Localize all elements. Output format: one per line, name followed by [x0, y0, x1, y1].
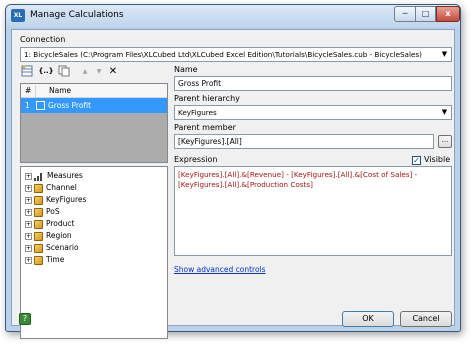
row-number: 1: [25, 101, 30, 110]
ok-button[interactable]: OK: [342, 311, 394, 327]
parent-hierarchy-dropdown[interactable]: KeyFigures ▼: [174, 105, 452, 120]
tree-item-label: PoS: [46, 207, 60, 216]
dimension-icon: [34, 183, 43, 193]
expand-icon[interactable]: +: [25, 220, 32, 228]
minimize-button[interactable]: ─: [394, 6, 416, 22]
tree-item-label: Scenario: [46, 243, 79, 252]
expression-editor[interactable]: [KeyFigures].[All].&[Revenue] - [KeyFigu…: [174, 166, 452, 256]
column-divider: [35, 85, 36, 97]
measures-icon: [34, 172, 44, 181]
tree-item-time[interactable]: + Time: [25, 254, 64, 266]
help-icon[interactable]: ?: [19, 313, 31, 325]
tree-item-channel[interactable]: + Channel: [25, 182, 77, 194]
chevron-down-icon[interactable]: ▼: [438, 48, 451, 61]
browse-member-button[interactable]: ...: [438, 135, 452, 148]
tree-item-keyfigures[interactable]: + KeyFigures: [25, 194, 86, 206]
name-label: Name: [174, 65, 198, 74]
insert-brackets-icon[interactable]: {..}: [37, 65, 55, 78]
close-button[interactable]: x: [436, 6, 460, 22]
expression-label: Expression: [174, 155, 218, 164]
new-calculation-icon[interactable]: [20, 65, 34, 78]
row-name: Gross Profit: [48, 101, 92, 110]
tree-item-label: Measures: [47, 171, 83, 180]
column-name[interactable]: Name: [49, 84, 71, 97]
delete-icon[interactable]: ✕: [106, 65, 120, 78]
expand-icon[interactable]: +: [25, 244, 32, 252]
parent-hierarchy-label: Parent hierarchy: [174, 94, 240, 103]
tree-item-pos[interactable]: + PoS: [25, 206, 60, 218]
dimension-icon: [34, 231, 43, 241]
parent-member-field[interactable]: [KeyFigures].[All]: [174, 134, 434, 149]
expand-icon[interactable]: +: [25, 196, 32, 204]
calculations-list[interactable]: # Name 1 Gross Profit: [20, 83, 168, 163]
tree-item-label: Time: [46, 255, 65, 264]
connection-value: 1: BicycleSales (C:\Program Files\XLCube…: [24, 50, 422, 59]
calculation-icon: [36, 101, 45, 110]
maximize-button[interactable]: □: [416, 6, 436, 22]
tree-item-region[interactable]: + Region: [25, 230, 72, 242]
visible-label: Visible: [424, 155, 451, 164]
expand-icon[interactable]: +: [25, 172, 32, 180]
tree-item-label: Product: [46, 219, 75, 228]
name-field[interactable]: Gross Profit: [174, 76, 452, 91]
title-bar[interactable]: XL Manage Calculations ─ □ x: [6, 5, 460, 27]
show-advanced-controls-link[interactable]: Show advanced controls: [174, 265, 266, 274]
dialog-body: Connection 1: BicycleSales (C:\Program F…: [11, 29, 455, 339]
dimension-icon: [34, 219, 43, 229]
move-down-icon[interactable]: ▼: [92, 65, 106, 78]
tree-item-label: Region: [46, 231, 72, 240]
expand-icon[interactable]: +: [25, 232, 32, 240]
dimension-icon: [34, 243, 43, 253]
list-header: # Name: [21, 84, 167, 98]
tree-item-measures[interactable]: + Measures: [25, 170, 83, 182]
parent-member-label: Parent member: [174, 123, 236, 132]
xlcubed-app-icon: XL: [11, 9, 25, 22]
tree-item-scenario[interactable]: + Scenario: [25, 242, 79, 254]
dimension-icon: [34, 255, 43, 265]
chevron-down-icon[interactable]: ▼: [438, 106, 451, 119]
parent-hierarchy-value: KeyFigures: [178, 108, 217, 117]
manage-calculations-dialog: XL Manage Calculations ─ □ x Connection …: [5, 4, 461, 339]
tree-item-product[interactable]: + Product: [25, 218, 74, 230]
connection-dropdown[interactable]: 1: BicycleSales (C:\Program Files\XLCube…: [20, 47, 452, 62]
dialog-title: Manage Calculations: [30, 10, 124, 20]
tree-item-label: Channel: [46, 183, 77, 192]
column-number[interactable]: #: [25, 84, 31, 97]
copy-icon[interactable]: [57, 65, 71, 78]
expand-icon[interactable]: +: [25, 184, 32, 192]
dimension-icon: [34, 207, 43, 217]
connection-label: Connection: [20, 35, 66, 44]
dimension-tree[interactable]: + Measures + Channel + KeyFigures + PoS + Pro…: [20, 166, 168, 339]
cancel-button[interactable]: Cancel: [400, 311, 452, 327]
move-up-icon[interactable]: ▲: [78, 65, 92, 78]
calculation-row[interactable]: 1 Gross Profit: [21, 98, 167, 113]
visible-checkbox[interactable]: ✓: [412, 156, 421, 165]
expand-icon[interactable]: +: [25, 256, 32, 264]
tree-item-label: KeyFigures: [46, 195, 87, 204]
dimension-icon: [34, 195, 43, 205]
expand-icon[interactable]: +: [25, 208, 32, 216]
